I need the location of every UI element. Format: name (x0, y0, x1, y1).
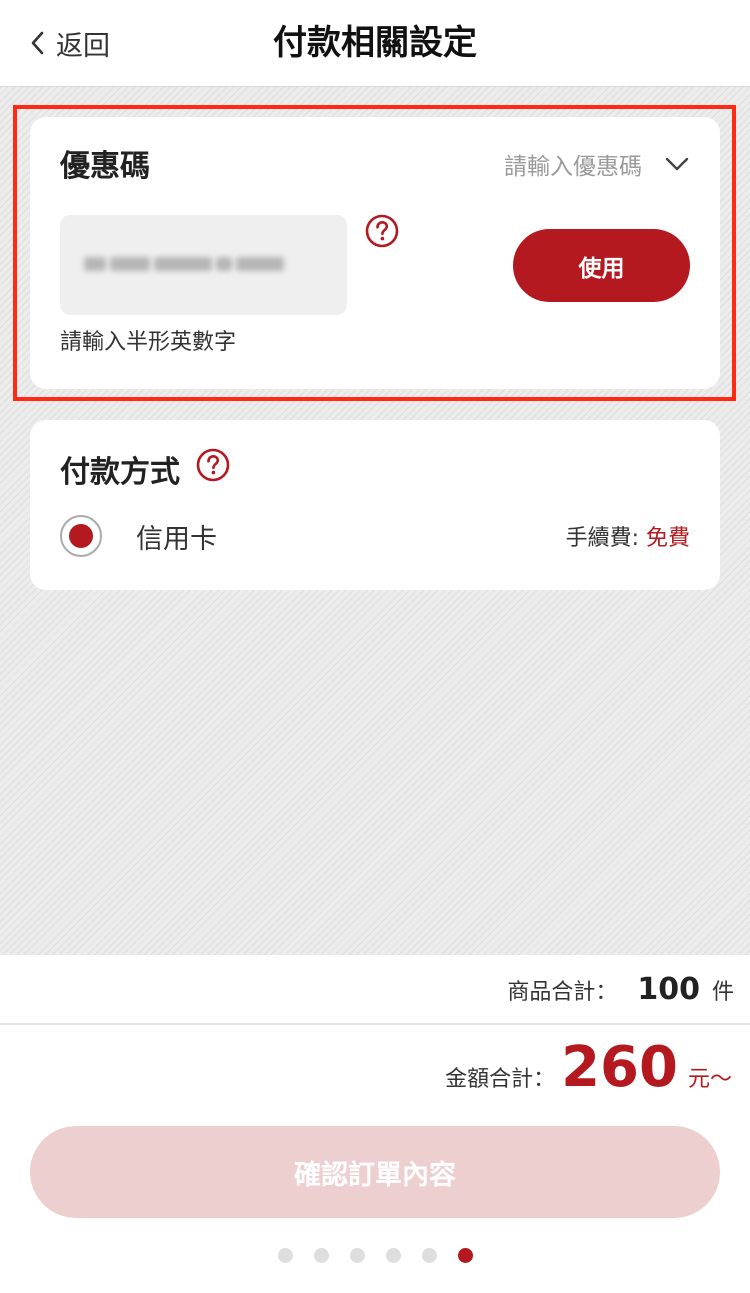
payment-method-label: 信用卡 (136, 523, 217, 555)
step-dot (278, 1248, 293, 1263)
payment-option-credit-card[interactable]: 信用卡 手續費: 免費 (60, 513, 690, 559)
amount-total-unit: 元～ (687, 1067, 732, 1092)
step-indicator (278, 1248, 473, 1263)
coupon-dropdown-placeholder: 請輸入優惠碼 (504, 154, 642, 180)
chevron-down-icon (664, 147, 690, 187)
payment-card: 付款方式 信用卡 手續費: 免費 (30, 420, 720, 590)
page-title: 付款相關設定 (273, 23, 477, 63)
amount-total-value: 260 (561, 1035, 678, 1100)
amount-total-label: 金額合計： (445, 1067, 556, 1092)
coupon-card: 優惠碼 請輸入優惠碼 使用 請輸入半形英數字 (30, 117, 720, 389)
main-content: 優惠碼 請輸入優惠碼 使用 請輸入半形英數字 付款方式 信用卡 手續費: 免費 (0, 87, 750, 955)
step-dot (386, 1248, 401, 1263)
coupon-dropdown[interactable]: 請輸入優惠碼 (504, 147, 690, 187)
items-total-count: 100 (637, 972, 700, 1007)
confirm-order-button[interactable]: 確認訂單內容 (30, 1126, 720, 1218)
order-footer: 商品合計： 100 件 金額合計： 260 元～ 確認訂單內容 (0, 956, 750, 1293)
coupon-code-input[interactable] (60, 215, 347, 315)
fee-label: 手續費: (565, 526, 646, 551)
items-total-label: 商品合計： (507, 980, 618, 1005)
use-coupon-button[interactable]: 使用 (513, 229, 690, 302)
radio-selected-dot (69, 524, 93, 548)
header: 返回 付款相關設定 (0, 0, 750, 87)
footer-divider (0, 1023, 750, 1025)
step-dot-active (458, 1248, 473, 1263)
coupon-hint: 請輸入半形英數字 (60, 330, 237, 355)
payment-title: 付款方式 (60, 454, 180, 490)
step-dot (350, 1248, 365, 1263)
step-dot (422, 1248, 437, 1263)
payment-radio[interactable] (60, 515, 102, 557)
question-circle-icon[interactable] (365, 214, 399, 252)
payment-title-row: 付款方式 (60, 448, 230, 497)
fee-info: 手續費: 免費 (566, 520, 690, 552)
coupon-title: 優惠碼 (60, 149, 150, 184)
step-dot (314, 1248, 329, 1263)
fee-value: 免費 (645, 526, 690, 551)
items-total: 商品合計： 100 件 (507, 970, 734, 1013)
question-circle-icon[interactable] (196, 448, 230, 497)
amount-total: 金額合計： 260 元～ (445, 1032, 732, 1104)
items-total-unit: 件 (711, 980, 734, 1005)
